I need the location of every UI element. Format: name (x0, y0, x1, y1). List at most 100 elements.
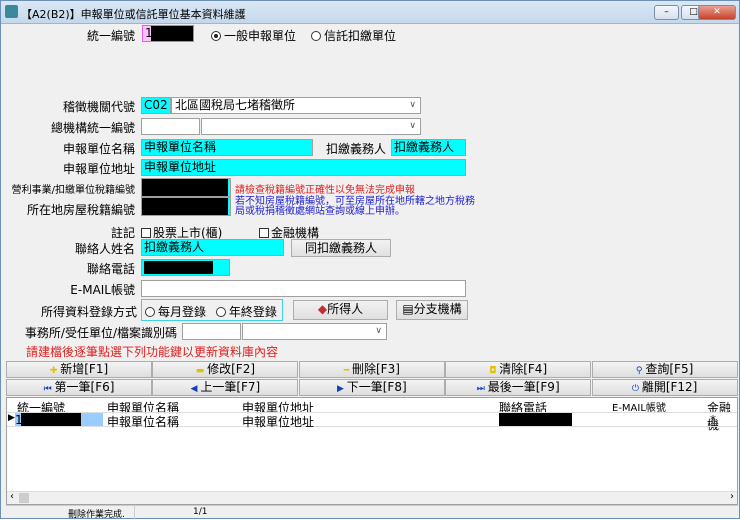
house-tax-input[interactable] (141, 197, 231, 216)
ban-input[interactable]: 1 (142, 25, 194, 42)
office-label: 事務所/受任單位/檔案識別碼 (24, 326, 177, 340)
radio-off-icon (311, 31, 321, 41)
radio-general-unit[interactable]: 一般申報單位 (211, 27, 296, 44)
monthly-label: 每月登錄 (158, 305, 207, 319)
toolbar-button-prev[interactable]: ◀ 上一筆[F7] (152, 379, 299, 396)
toolbar-button-edit[interactable]: ▬ 修改[F2] (152, 361, 299, 378)
radio-trust-label: 信託扣繳單位 (324, 29, 397, 43)
main-window: 【A2(B2)】申報單位或信託單位基本資料維護 – □ ✕ 統一編號 1 一般申… (0, 0, 740, 520)
withholder-input[interactable]: 扣繳義務人 (391, 139, 466, 156)
window-title: 【A2(B2)】申報單位或信託單位基本資料維護 (21, 8, 246, 21)
prev-icon: ◀ (190, 384, 201, 394)
agency-name: 北區國稅局七堵稽徵所 (175, 98, 296, 112)
toolbar-button-label: 修改[F2] (207, 362, 256, 376)
contact-input[interactable]: 扣繳義務人 (141, 239, 284, 256)
status-bar: 刪除作業完成. 1/1 (6, 505, 738, 520)
scroll-thumb[interactable] (19, 493, 29, 503)
entry-mode-group: 每月登錄 年終登錄 (141, 299, 283, 321)
unit-addr-label: 申報單位地址 (62, 162, 135, 176)
chevron-down-icon: ∨ (409, 100, 416, 110)
title-bar: 【A2(B2)】申報單位或信託單位基本資料維護 – □ ✕ (1, 1, 739, 24)
toolbar-button-label: 新增[F1] (60, 362, 109, 376)
last-icon: ⏭ (476, 384, 488, 394)
radio-trust-unit[interactable]: 信託扣繳單位 (311, 27, 396, 44)
agency-select[interactable]: 北區國稅局七堵稽徵所 ∨ (171, 97, 421, 114)
unit-addr-input[interactable]: 申報單位地址 (141, 159, 466, 176)
branch-btn-label: 分支機構 (413, 302, 462, 316)
agency-label: 稽徵機關代號 (62, 100, 135, 114)
yearly-label: 年終登錄 (228, 305, 277, 319)
scroll-right-icon[interactable]: › (730, 491, 734, 502)
toolbar-button-label: 清除[F4] (499, 362, 548, 376)
toolbar-button-label: 下一筆[F8] (346, 380, 407, 394)
cell-ban[interactable]: 1 (15, 413, 103, 427)
email-input[interactable] (141, 280, 466, 297)
toolbar-button-next[interactable]: ▶ 下一筆[F8] (298, 379, 445, 396)
toolbar-button-last[interactable]: ⏭ 最後一筆[F9] (445, 379, 592, 396)
toolbar-button-label: 最後一筆[F9] (487, 380, 560, 394)
radio-monthly[interactable]: 每月登錄 (145, 305, 206, 319)
toolbar-button-minus[interactable]: ━ 刪除[F3] (298, 361, 445, 378)
hq-ban-input[interactable] (141, 118, 200, 135)
copy-icon: ▤ (402, 302, 414, 316)
instruction-text: 請建檔後逐筆點選下列功能鍵以更新資料庫內容 (26, 345, 279, 359)
eraser-icon: ◆ (317, 302, 328, 316)
radio-off-icon (145, 307, 155, 317)
tax-reg-warning: 請檢查稅籍編號正確性以免無法完成申報 (235, 185, 415, 196)
toolbar-button-label: 第一筆[F6] (54, 380, 115, 394)
ban-label: 統一編號 (86, 29, 135, 43)
tax-reg-label: 營利事業/扣繳單位稅籍編號 (11, 185, 135, 196)
unit-name-input[interactable]: 申報單位名稱 (141, 139, 313, 156)
house-tax-label: 所在地房屋稅籍編號 (26, 203, 135, 217)
minimize-button[interactable]: – (654, 5, 679, 20)
row-pointer-icon: ▶ (8, 413, 15, 423)
scroll-left-icon[interactable]: ‹ (10, 491, 14, 502)
cell-addr[interactable]: 申報單位地址 (242, 413, 314, 430)
cell-name[interactable]: 申報單位名稱 (107, 413, 179, 430)
agency-code-input[interactable]: C02 (141, 97, 171, 114)
toolbar-button-label: 刪除[F3] (351, 362, 400, 376)
tax-reg-input[interactable] (141, 178, 231, 197)
minus-icon: ━ (343, 366, 352, 376)
search-icon: ⚲ (635, 366, 646, 376)
house-tax-hint: 若不知房屋稅籍編號，可至房屋所在地所轄之地方稅務局或稅捐稽徵處網站查詢或線上申辦… (235, 196, 475, 217)
listed-label: 股票上市(櫃) (153, 226, 223, 240)
contact-label: 聯絡人姓名 (74, 242, 135, 256)
toolbar-button-label: 離開[F12] (641, 380, 698, 394)
office-select[interactable]: ∨ (242, 323, 387, 340)
income-recipient-button[interactable]: ◆所得人 (293, 300, 388, 320)
hq-select[interactable]: ∨ (201, 118, 421, 135)
financial-label: 金融機構 (271, 226, 320, 240)
plus-icon: ✚ (49, 366, 61, 376)
toolbar-button-power[interactable]: ⏻ 離開[F12] (591, 379, 738, 396)
record-position: 1/1 (193, 507, 208, 517)
table-row[interactable]: ▶ 1 申報單位名稱 申報單位地址 * (7, 412, 737, 430)
radio-yearly[interactable]: 年終登錄 (215, 305, 277, 319)
toolbar-button-first[interactable]: ⏮ 第一筆[F6] (6, 379, 152, 396)
income-btn-label: 所得人 (327, 302, 364, 316)
first-icon: ⏮ (43, 384, 55, 394)
toolbar-button-search[interactable]: ⚲ 查詢[F5] (591, 361, 738, 378)
horizontal-scrollbar[interactable]: ‹ › (7, 491, 737, 504)
next-icon: ▶ (336, 384, 347, 394)
toolbar-button-label: 查詢[F5] (645, 362, 694, 376)
data-grid[interactable]: 統一編號 申報單位名稱 申報單位地址 聯絡電話 E-MAIL帳號 金融機 ▶ 1… (6, 397, 738, 505)
unit-name-label: 申報單位名稱 (62, 142, 135, 156)
radio-on-icon (211, 31, 221, 41)
phone-label: 聯絡電話 (86, 262, 135, 276)
branch-button[interactable]: ▤分支機構 (396, 300, 468, 320)
checkbox-icon (259, 228, 269, 238)
phone-input[interactable] (141, 259, 230, 276)
office-code-input[interactable] (182, 323, 241, 340)
cell-financial[interactable]: * (710, 413, 716, 427)
radio-general-label: 一般申報單位 (224, 29, 297, 43)
hq-label: 總機構統一編號 (50, 121, 135, 135)
same-as-withholder-button[interactable]: 同扣繳義務人 (291, 239, 391, 257)
toolbar-button-plus[interactable]: ✚ 新增[F1] (6, 361, 152, 378)
cell-phone[interactable] (499, 413, 572, 426)
toolbar-button-clear[interactable]: ◘ 清除[F4] (445, 361, 592, 378)
email-label: E-MAIL帳號 (70, 283, 135, 297)
close-button[interactable]: ✕ (698, 5, 736, 20)
note-label: 註記 (110, 226, 135, 240)
withholder-label: 扣繳義務人 (326, 142, 387, 156)
